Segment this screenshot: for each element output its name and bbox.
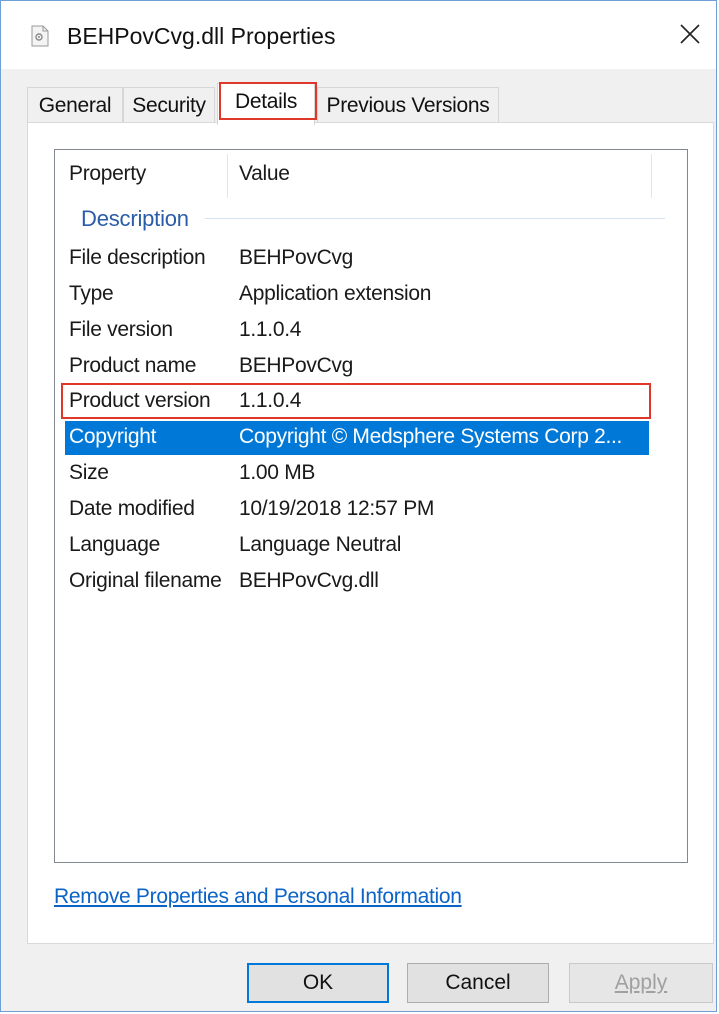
property-value: BEHPovCvg.dll [239, 569, 379, 592]
tab-security[interactable]: Security [123, 87, 215, 123]
property-value: 1.1.0.4 [239, 318, 302, 341]
column-separator[interactable] [651, 154, 652, 198]
property-name: Language [69, 533, 161, 556]
table-row-selected[interactable]: Copyright Copyright © Medsphere Systems … [65, 421, 649, 455]
property-name: Type [69, 282, 114, 305]
property-value: BEHPovCvg [239, 246, 354, 269]
property-value: Copyright © Medsphere Systems Corp 2... [239, 425, 623, 448]
property-value: BEHPovCvg [239, 354, 354, 377]
table-row[interactable]: Product name BEHPovCvg [65, 350, 649, 384]
table-row[interactable]: Language Language Neutral [65, 529, 649, 563]
window-title: BEHPovCvg.dll Properties [67, 23, 336, 49]
group-header-description: Description [81, 206, 197, 232]
property-name: Size [69, 461, 109, 484]
remove-properties-link[interactable]: Remove Properties and Personal Informati… [54, 885, 462, 909]
table-row-product-version[interactable]: Product version 1.1.0.4 [65, 385, 649, 419]
property-name: File version [69, 318, 173, 341]
details-list[interactable]: Property Value Description File descript… [54, 149, 688, 863]
table-row[interactable]: File description BEHPovCvg [65, 242, 649, 276]
property-value: 1.1.0.4 [239, 389, 302, 412]
property-name: File description [69, 246, 206, 269]
property-value: Language Neutral [239, 533, 402, 556]
details-panel: Property Value Description File descript… [27, 122, 714, 944]
tab-general[interactable]: General [27, 87, 123, 123]
close-button[interactable] [664, 11, 716, 57]
property-name: Product version [69, 389, 211, 412]
property-value: 1.00 MB [239, 461, 316, 484]
property-name: Product name [69, 354, 197, 377]
cancel-button[interactable]: Cancel [407, 963, 549, 1003]
column-header-value[interactable]: Value [239, 162, 290, 186]
apply-button-label: Apply [614, 971, 668, 994]
tab-previous-versions[interactable]: Previous Versions [317, 87, 499, 123]
table-row[interactable]: Size 1.00 MB [65, 457, 649, 491]
table-row[interactable]: Date modified 10/19/2018 12:57 PM [65, 493, 649, 527]
dll-file-icon [31, 25, 49, 47]
table-row[interactable]: Original filename BEHPovCvg.dll [65, 565, 649, 599]
table-row[interactable]: Type Application extension [65, 278, 649, 312]
column-header-property[interactable]: Property [69, 162, 146, 186]
close-icon [680, 24, 700, 44]
apply-button: Apply [569, 963, 713, 1003]
property-value: Application extension [239, 282, 432, 305]
table-row[interactable]: File version 1.1.0.4 [65, 314, 649, 348]
properties-dialog: BEHPovCvg.dll Properties General Securit… [0, 0, 717, 1012]
property-value: 10/19/2018 12:57 PM [239, 497, 435, 520]
column-separator[interactable] [227, 154, 228, 198]
group-divider [205, 218, 665, 219]
ok-button[interactable]: OK [247, 963, 389, 1003]
tab-details[interactable]: Details [217, 83, 315, 125]
property-name: Date modified [69, 497, 195, 520]
property-name: Copyright [69, 425, 157, 448]
property-name: Original filename [69, 569, 222, 592]
title-bar: BEHPovCvg.dll Properties [1, 1, 716, 69]
